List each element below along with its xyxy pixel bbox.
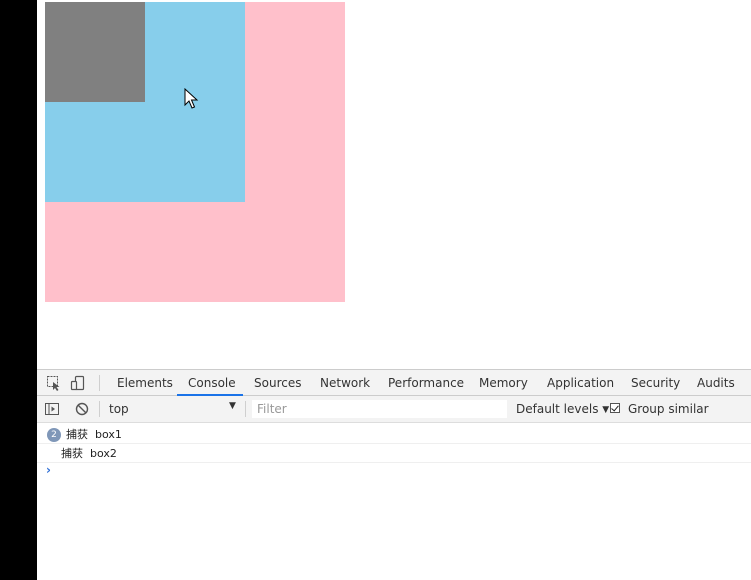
chevron-down-icon[interactable]: ▼ xyxy=(229,401,236,411)
console-toolbar: top ▼ Filter Default levels ▼ Group simi… xyxy=(37,396,751,423)
tab-application[interactable]: Application xyxy=(547,370,614,396)
tab-performance[interactable]: Performance xyxy=(388,370,464,396)
toolbar-separator xyxy=(245,401,246,417)
console-message: 2 捕获 box1 xyxy=(37,425,751,444)
tab-security[interactable]: Security xyxy=(631,370,680,396)
context-selector[interactable]: top xyxy=(109,400,247,418)
box3-inner[interactable] xyxy=(45,2,145,102)
tab-memory[interactable]: Memory xyxy=(479,370,528,396)
log-levels-label: Default levels xyxy=(516,402,599,416)
clear-console-icon[interactable] xyxy=(75,402,89,416)
toolbar-separator xyxy=(99,401,100,417)
inspect-element-icon[interactable] xyxy=(46,375,62,391)
box1-outer[interactable] xyxy=(45,2,345,302)
console-message-text: 捕获 box1 xyxy=(66,428,122,441)
console-message-text: 捕获 box2 xyxy=(61,447,117,460)
tab-console[interactable]: Console xyxy=(188,370,236,396)
device-toolbar-icon[interactable] xyxy=(70,375,86,391)
devtools-tabbar: Elements Console Sources Network Perform… xyxy=(37,369,751,396)
left-black-bar xyxy=(0,0,37,580)
show-sidebar-icon[interactable] xyxy=(45,402,59,416)
tab-elements[interactable]: Elements xyxy=(117,370,173,396)
console-message: 捕获 box2 xyxy=(37,444,751,463)
chevron-down-icon: ▼ xyxy=(602,405,610,415)
devtools-panel: Elements Console Sources Network Perform… xyxy=(37,369,751,580)
mouse-cursor-icon xyxy=(184,88,199,109)
tab-audits[interactable]: Audits xyxy=(697,370,735,396)
group-similar-label: Group similar xyxy=(628,402,709,416)
tab-sources[interactable]: Sources xyxy=(254,370,301,396)
log-levels-dropdown[interactable]: Default levels ▼ xyxy=(516,400,609,420)
box2-middle[interactable] xyxy=(45,2,245,202)
page-viewport xyxy=(37,0,751,369)
group-similar-checkbox[interactable] xyxy=(610,403,620,413)
console-prompt[interactable]: › xyxy=(46,463,51,477)
filter-input[interactable]: Filter xyxy=(252,400,507,418)
tabbar-separator xyxy=(99,375,100,391)
tab-network[interactable]: Network xyxy=(320,370,370,396)
repeat-count-badge: 2 xyxy=(47,428,61,442)
